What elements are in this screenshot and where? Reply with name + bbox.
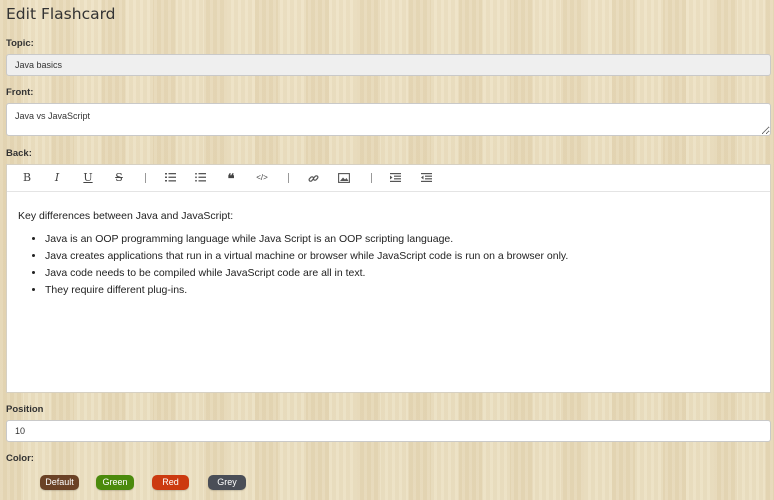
topic-label: Topic: <box>6 38 34 49</box>
position-field[interactable] <box>6 420 771 442</box>
editor-content[interactable]: Key differences between Java and JavaScr… <box>7 192 770 299</box>
front-label: Front: <box>6 87 34 98</box>
list-item: Java is an OOP programming language whil… <box>45 231 759 248</box>
code-icon[interactable]: </> <box>253 169 271 187</box>
underline-icon[interactable]: U <box>79 169 97 187</box>
color-grey-button[interactable]: Grey <box>208 475 246 490</box>
strikethrough-icon[interactable]: S <box>110 169 128 187</box>
outdent-icon[interactable] <box>417 169 435 187</box>
toolbar-separator <box>288 173 289 183</box>
toolbar-separator <box>145 173 146 183</box>
topic-field[interactable] <box>6 54 771 76</box>
editor-bullet-list: Java is an OOP programming language whil… <box>18 231 759 299</box>
position-label: Position <box>6 404 44 415</box>
bold-icon[interactable]: B <box>18 169 36 187</box>
ordered-list-icon[interactable] <box>161 169 179 187</box>
editor-toolbar: B I U S ❝ </> <box>7 165 770 192</box>
link-icon[interactable] <box>304 169 322 187</box>
indent-icon[interactable] <box>386 169 404 187</box>
front-field[interactable]: Java vs JavaScript <box>6 103 771 136</box>
list-item: They require different plug-ins. <box>45 282 759 299</box>
list-item: Java creates applications that run in a … <box>45 248 759 265</box>
list-item: Java code needs to be compiled while Jav… <box>45 265 759 282</box>
back-label: Back: <box>6 148 32 159</box>
color-default-button[interactable]: Default <box>40 475 79 490</box>
color-green-button[interactable]: Green <box>96 475 134 490</box>
toolbar-separator <box>371 173 372 183</box>
bullet-list-icon[interactable] <box>191 169 209 187</box>
back-editor[interactable]: B I U S ❝ </> Key differences between Ja… <box>6 164 771 393</box>
editor-intro: Key differences between Java and JavaScr… <box>18 210 234 222</box>
quote-icon[interactable]: ❝ <box>222 169 240 187</box>
color-red-button[interactable]: Red <box>152 475 189 490</box>
image-icon[interactable] <box>335 169 353 187</box>
page-title: Edit Flashcard <box>6 5 116 23</box>
italic-icon[interactable]: I <box>48 169 66 187</box>
color-label: Color: <box>6 453 34 464</box>
